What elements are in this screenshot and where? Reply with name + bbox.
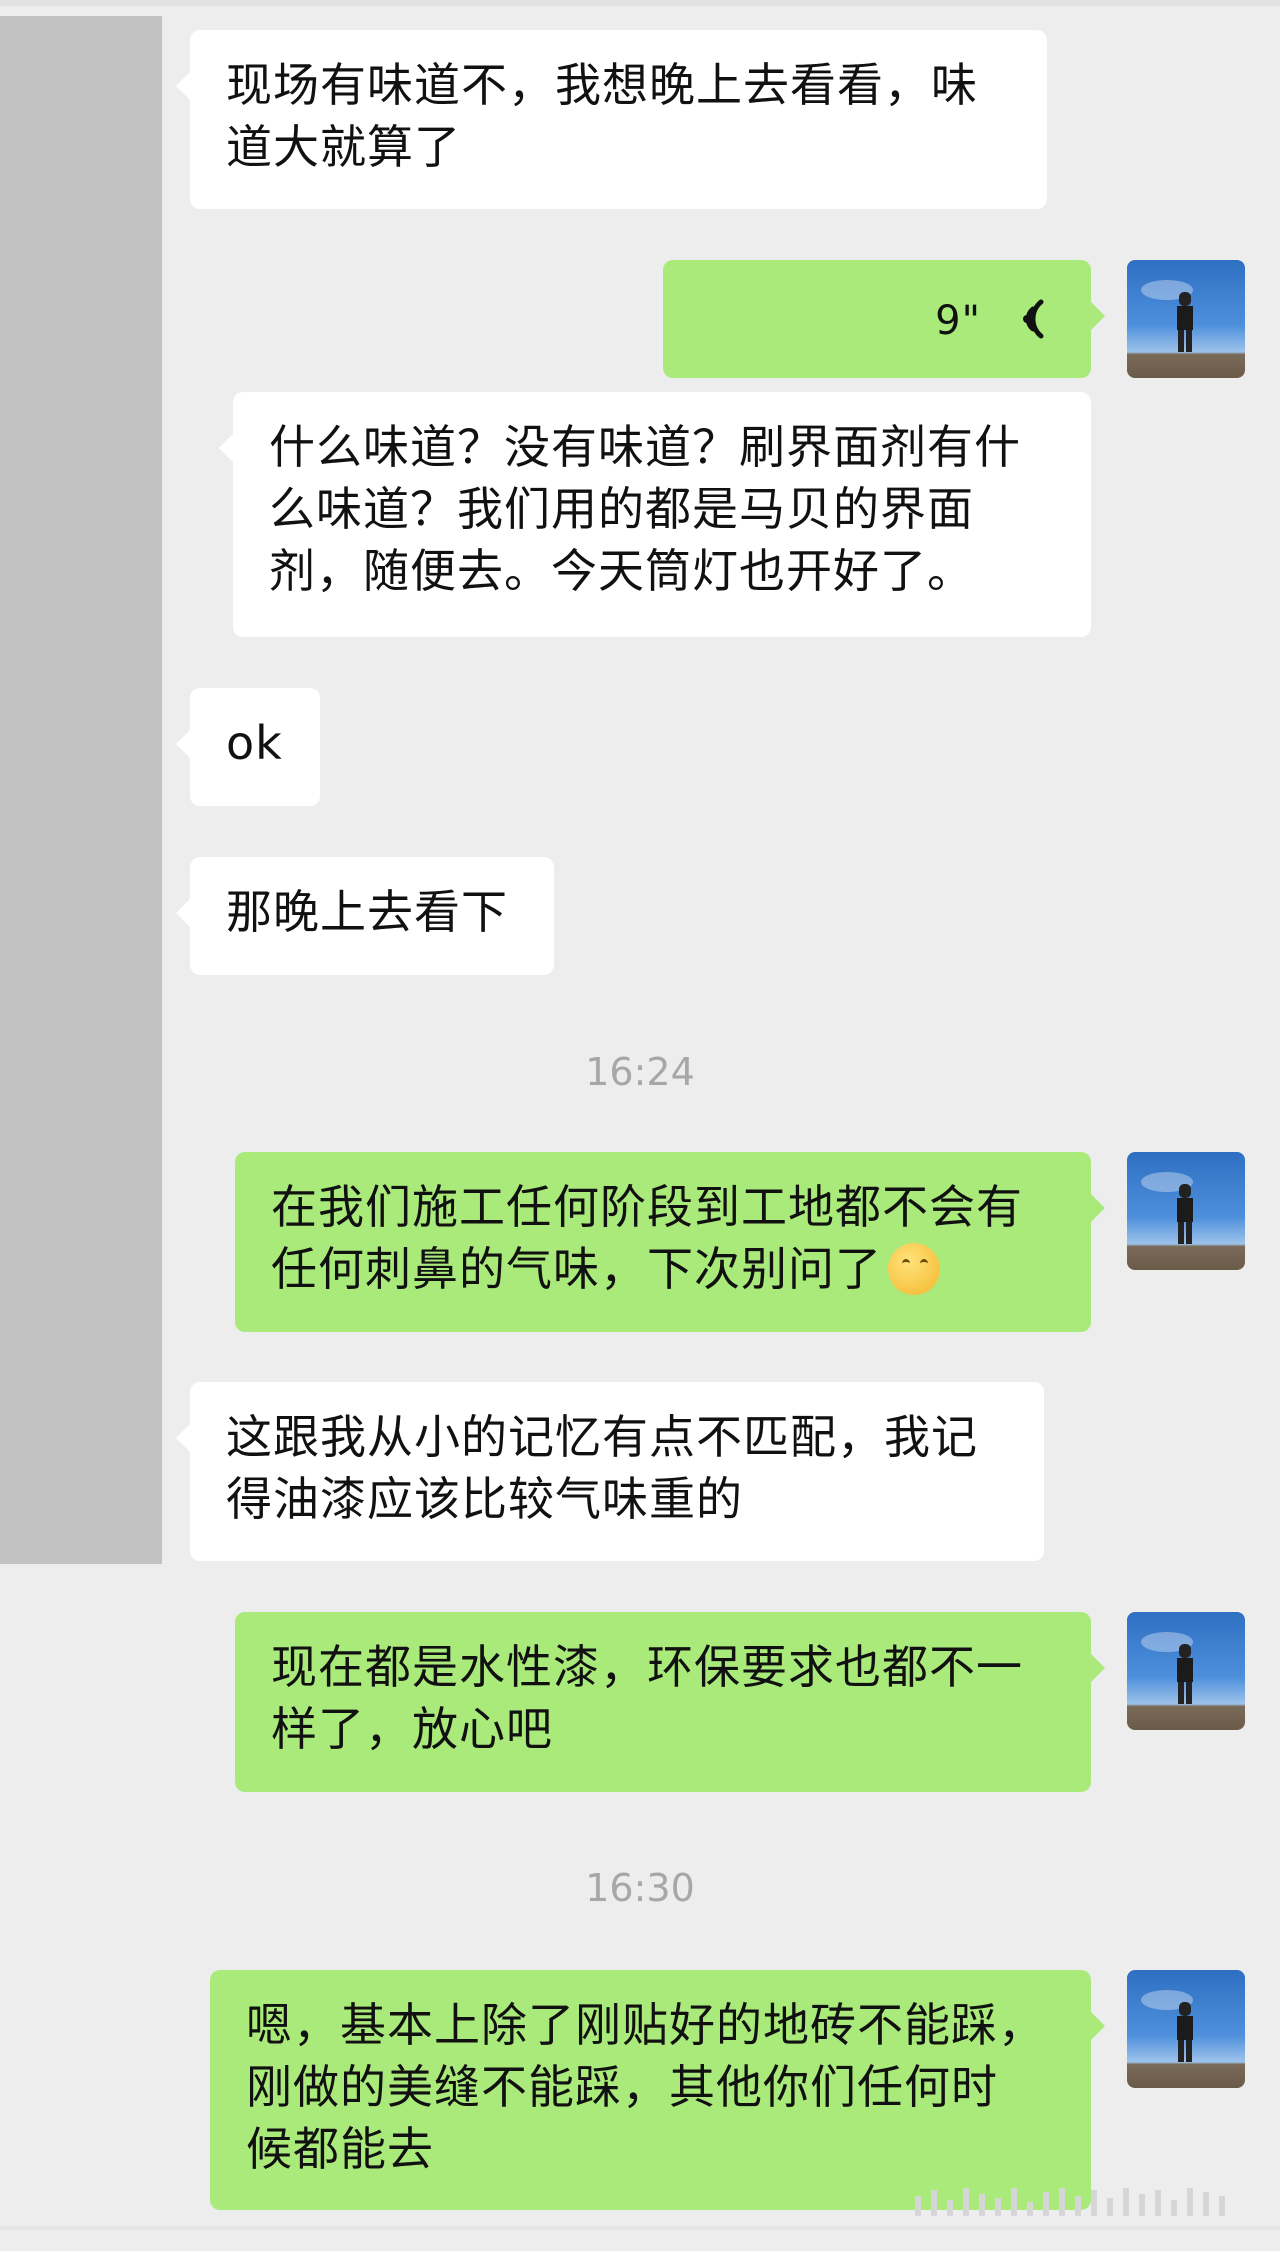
message-incoming[interactable]: 现场有味道不，我想晚上去看看，味 道大就算了 xyxy=(176,30,1047,209)
timestamp: 16:30 xyxy=(585,1866,695,1910)
voice-wave-icon xyxy=(1023,299,1044,339)
watermark-bars xyxy=(915,2188,1225,2216)
message-outgoing[interactable]: 嗯，基本上除了刚贴好的地砖不能踩， 刚做的美缝不能踩，其他你们任何时 候都能去 xyxy=(210,1970,1105,2210)
message-incoming[interactable]: 那晚上去看下 xyxy=(176,857,554,975)
top-divider xyxy=(0,0,1280,6)
bottom-divider xyxy=(0,2226,1280,2230)
left-panel-strip xyxy=(0,16,162,1564)
voice-duration: 9" xyxy=(935,298,981,344)
message-outgoing[interactable]: 现在都是水性漆，环保要求也都不一 样了，放心吧 xyxy=(235,1612,1105,1792)
message-incoming[interactable]: 这跟我从小的记忆有点不匹配，我记 得油漆应该比较气味重的 xyxy=(176,1382,1044,1561)
avatar[interactable] xyxy=(1127,260,1245,378)
message-incoming[interactable]: ok xyxy=(176,688,320,806)
message-incoming[interactable]: 什么味道？没有味道？刷界面剂有什 么味道？我们用的都是马贝的界面 剂，随便去。今… xyxy=(219,392,1091,637)
thinking-face-icon xyxy=(888,1243,940,1295)
avatar[interactable] xyxy=(1127,1970,1245,2088)
voice-message[interactable]: 9" xyxy=(663,260,1105,378)
avatar[interactable] xyxy=(1127,1152,1245,1270)
avatar[interactable] xyxy=(1127,1612,1245,1730)
message-outgoing[interactable]: 在我们施工任何阶段到工地都不会有 任何刺鼻的气味，下次别问了 xyxy=(235,1152,1105,1332)
timestamp: 16:24 xyxy=(585,1050,695,1094)
